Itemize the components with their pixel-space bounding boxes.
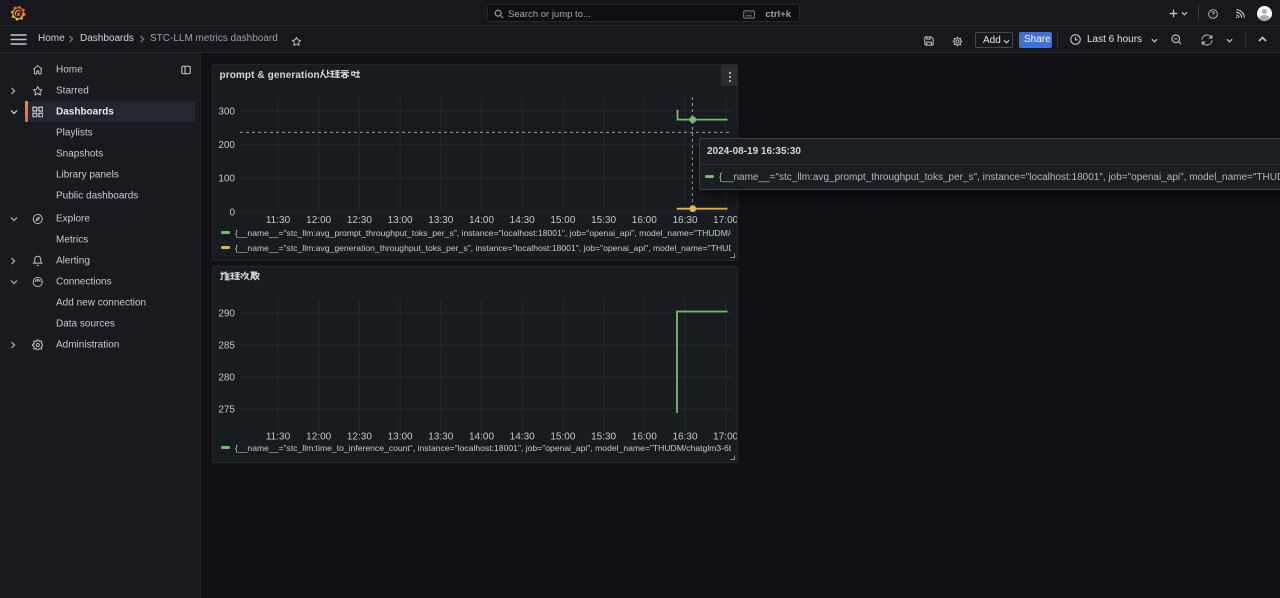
svg-text:14:30: 14:30 (510, 215, 535, 226)
svg-text:12:30: 12:30 (347, 215, 372, 226)
svg-text:280: 280 (218, 373, 235, 384)
svg-text:14:30: 14:30 (510, 432, 535, 443)
svg-text:12:00: 12:00 (306, 215, 331, 226)
svg-text:275: 275 (218, 405, 235, 416)
svg-text:0: 0 (229, 207, 235, 218)
svg-text:13:00: 13:00 (388, 432, 413, 443)
svg-text:12:00: 12:00 (306, 432, 331, 443)
svg-text:16:00: 16:00 (632, 432, 657, 443)
svg-text:285: 285 (218, 341, 235, 352)
svg-text:15:30: 15:30 (591, 432, 616, 443)
svg-text:300: 300 (218, 107, 235, 118)
svg-text:290: 290 (218, 309, 235, 320)
svg-text:15:30: 15:30 (591, 215, 616, 226)
svg-text:11:30: 11:30 (266, 432, 291, 443)
svg-text:200: 200 (218, 140, 235, 151)
svg-text:16:30: 16:30 (672, 432, 697, 443)
svg-text:16:00: 16:00 (632, 215, 657, 226)
svg-text:15:00: 15:00 (550, 215, 575, 226)
svg-text:13:00: 13:00 (388, 215, 413, 226)
svg-text:13:30: 13:30 (428, 432, 453, 443)
svg-text:13:30: 13:30 (428, 215, 453, 226)
svg-text:15:00: 15:00 (550, 432, 575, 443)
svg-text:100: 100 (218, 174, 235, 185)
svg-text:17:00: 17:00 (713, 215, 737, 226)
svg-text:12:30: 12:30 (347, 432, 372, 443)
svg-text:11:30: 11:30 (266, 215, 291, 226)
svg-text:14:00: 14:00 (469, 215, 494, 226)
svg-text:16:30: 16:30 (672, 215, 697, 226)
svg-text:14:00: 14:00 (469, 432, 494, 443)
svg-text:17:00: 17:00 (713, 432, 737, 443)
